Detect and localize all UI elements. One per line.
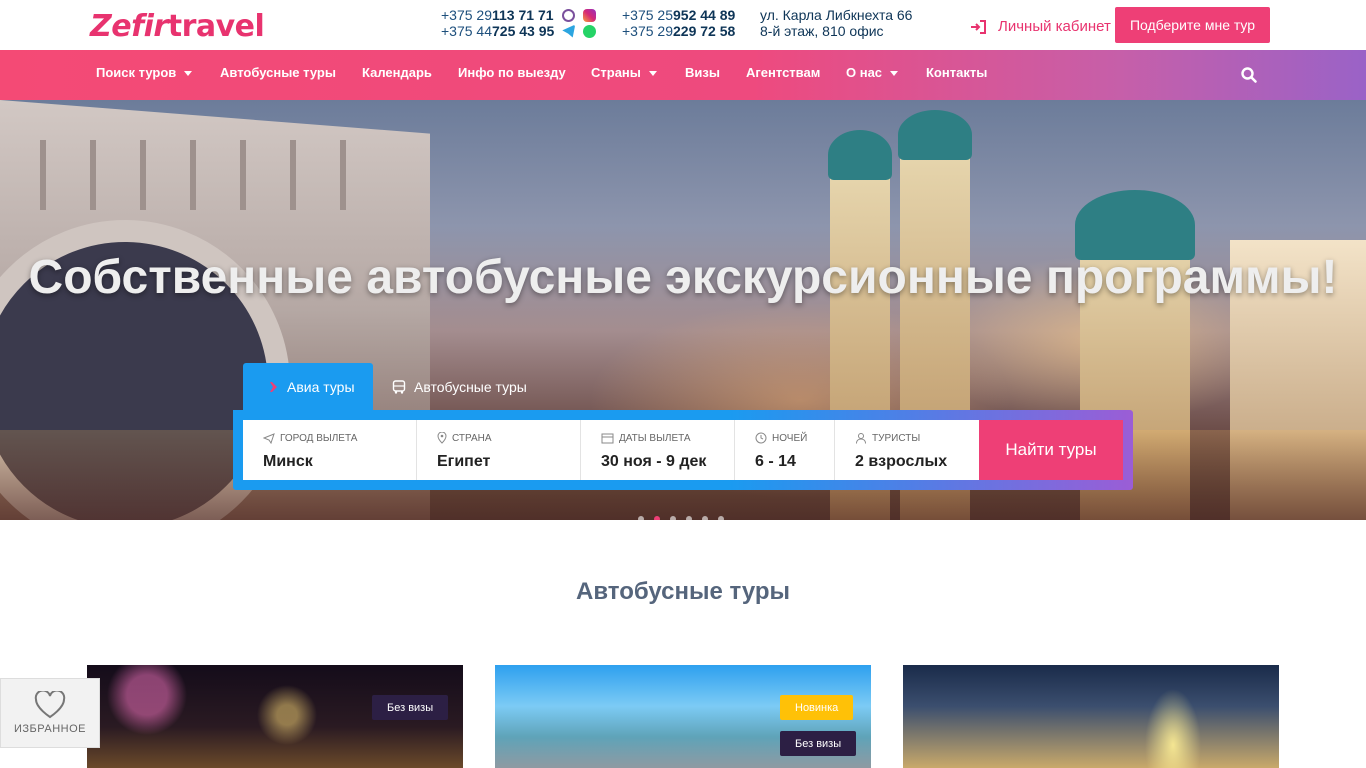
nights-value: 6 - 14 bbox=[755, 453, 796, 470]
bus-tours-section-title: Автобусные туры bbox=[575, 578, 791, 605]
hero-title: Собственные автобусные экскурсионные про… bbox=[28, 251, 1338, 304]
nav-item-about[interactable]: О нас bbox=[846, 50, 899, 100]
top-bar: Zefir travel +375 29 113 71 71 +375 44 7… bbox=[0, 0, 1366, 50]
slider-dot[interactable] bbox=[702, 516, 708, 520]
whatsapp-icon[interactable] bbox=[583, 24, 597, 38]
country-value: Египет bbox=[437, 453, 491, 470]
departure-city-value: Минск bbox=[263, 453, 313, 470]
departure-city-field[interactable]: Город вылета Минск bbox=[243, 420, 417, 480]
slider-dot[interactable] bbox=[670, 516, 676, 520]
nights-field[interactable]: Ночей 6 - 14 bbox=[735, 420, 835, 480]
chevron-down-icon bbox=[890, 71, 899, 77]
nav-item-contacts[interactable]: Контакты bbox=[926, 50, 987, 100]
no-visa-badge: Без визы bbox=[780, 731, 857, 756]
departure-dates-field[interactable]: Даты вылета 30 ноя - 9 дек bbox=[581, 420, 735, 480]
favorites-label: ИЗБРАННОЕ bbox=[14, 723, 86, 735]
slider-dot[interactable] bbox=[718, 516, 724, 520]
bus-icon bbox=[392, 379, 406, 394]
logo-text-b: travel bbox=[167, 8, 265, 44]
instagram-icon[interactable] bbox=[582, 8, 596, 22]
personal-cabinet-link[interactable]: Личный кабинет bbox=[970, 18, 1111, 35]
search-icon[interactable] bbox=[1240, 66, 1258, 84]
slider-dot-active[interactable] bbox=[654, 516, 660, 520]
tour-card[interactable]: Без визы bbox=[87, 665, 463, 768]
logo[interactable]: Zefir travel bbox=[90, 8, 265, 44]
slider-dot[interactable] bbox=[686, 516, 692, 520]
nav-item-bus-tours[interactable]: Автобусные туры bbox=[220, 50, 336, 100]
location-pin-icon bbox=[437, 432, 447, 444]
nav-item-countries[interactable]: Страны bbox=[591, 50, 657, 100]
main-nav: Поиск туров Автобусные туры Календарь Ин… bbox=[0, 50, 1366, 100]
cabinet-label: Личный кабинет bbox=[998, 18, 1111, 35]
calendar-icon bbox=[601, 433, 614, 444]
logo-text-a: Zefir bbox=[90, 8, 168, 44]
chevron-down-icon bbox=[648, 71, 657, 77]
tour-search-panel: Город вылета Минск Страна Египет Даты вы… bbox=[233, 410, 1133, 490]
favorites-widget[interactable]: ИЗБРАННОЕ bbox=[0, 678, 100, 748]
login-icon bbox=[971, 19, 986, 34]
country-field[interactable]: Страна Египет bbox=[417, 420, 581, 480]
hero-slider: Собственные автобусные экскурсионные про… bbox=[0, 100, 1366, 520]
telegram-icon[interactable] bbox=[562, 24, 576, 38]
nav-item-visas[interactable]: Визы bbox=[685, 50, 720, 100]
phones-column-1: +375 29 113 71 71 +375 44 725 43 95 bbox=[441, 7, 597, 39]
phone-3[interactable]: +375 25 952 44 89 bbox=[622, 7, 735, 23]
nav-item-calendar[interactable]: Календарь bbox=[362, 50, 432, 100]
no-visa-badge: Без визы bbox=[372, 695, 449, 720]
tourists-field[interactable]: Туристы 2 взрослых bbox=[835, 420, 979, 480]
person-icon bbox=[856, 433, 866, 444]
office-address: ул. Карла Либкнехта 66 8-й этаж, 810 офи… bbox=[760, 7, 913, 39]
new-badge: Новинка bbox=[780, 695, 854, 720]
tab-bus-tours[interactable]: Автобусные туры bbox=[392, 363, 527, 410]
plane-icon bbox=[263, 433, 275, 444]
heart-icon bbox=[34, 691, 66, 719]
nav-item-departure-info[interactable]: Инфо по выезду bbox=[458, 50, 566, 100]
nav-item-tour-search[interactable]: Поиск туров bbox=[96, 50, 193, 100]
slider-dot[interactable] bbox=[638, 516, 644, 520]
phones-column-2: +375 25 952 44 89 +375 29 229 72 58 bbox=[622, 7, 735, 39]
chevron-down-icon bbox=[184, 71, 193, 77]
tour-search-form: Город вылета Минск Страна Египет Даты вы… bbox=[243, 420, 1123, 480]
tour-card[interactable]: Новинка Без визы bbox=[495, 665, 871, 768]
slider-dots bbox=[638, 516, 724, 520]
phone-4[interactable]: +375 29 229 72 58 bbox=[622, 23, 735, 39]
clock-icon bbox=[755, 432, 767, 444]
viber-icon[interactable] bbox=[561, 8, 575, 22]
find-tours-button[interactable]: Найти туры bbox=[979, 420, 1123, 480]
tour-card[interactable] bbox=[903, 665, 1279, 768]
departure-dates-value: 30 ноя - 9 дек bbox=[601, 453, 707, 470]
phone-1[interactable]: +375 29 113 71 71 bbox=[441, 7, 596, 23]
plane-icon bbox=[264, 381, 277, 392]
tab-air-tours[interactable]: Авиа туры bbox=[243, 363, 373, 410]
phone-2[interactable]: +375 44 725 43 95 bbox=[441, 23, 597, 39]
tourists-value: 2 взрослых bbox=[855, 453, 948, 470]
nav-item-agencies[interactable]: Агентствам bbox=[746, 50, 820, 100]
pick-tour-button[interactable]: Подберите мне тур bbox=[1115, 7, 1270, 43]
